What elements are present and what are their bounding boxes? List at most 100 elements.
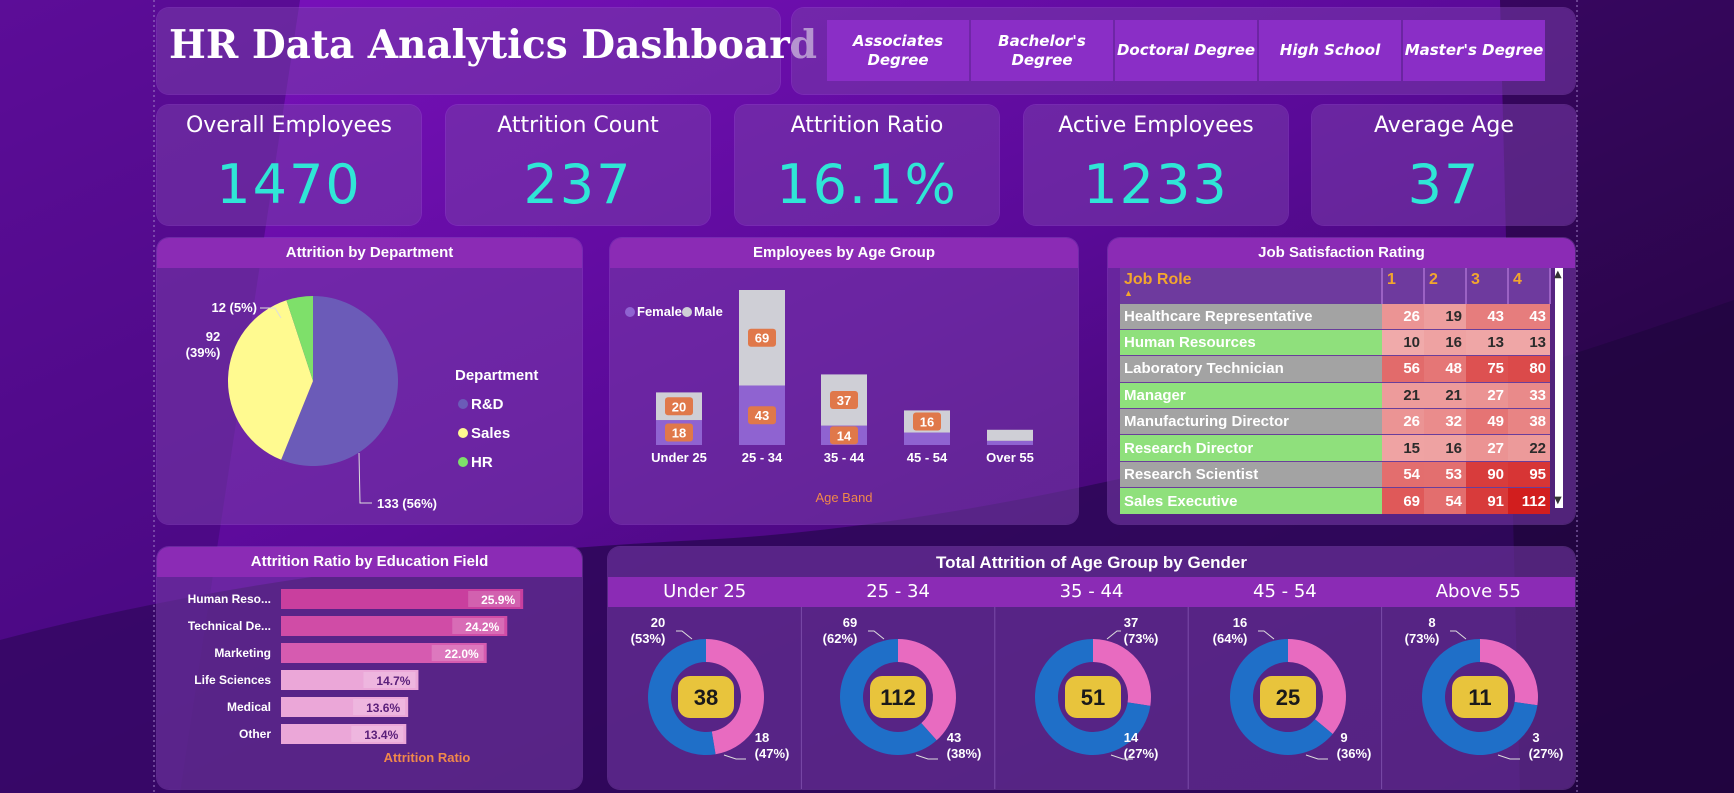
rating-cell: 38: [1508, 407, 1550, 435]
rating-cell: 80: [1508, 355, 1550, 383]
age-group-bar-chart: Female Male 18 20 Under 25 43 69 25 - 34 14 37 35 …: [625, 290, 1034, 505]
kpi-active-employees: Active Employees 1233: [1024, 105, 1288, 225]
slicer-option-bachelors[interactable]: Bachelor's Degree: [971, 20, 1113, 81]
table-row[interactable]: Human Resources 10 16 13 13: [1120, 328, 1550, 356]
scroll-up-icon[interactable]: ▲: [1554, 270, 1562, 280]
bar-female[interactable]: [904, 432, 950, 445]
job-role-cell: Sales Executive: [1120, 487, 1382, 514]
y-tick-label: Medical: [227, 700, 271, 714]
slice-label: 12 (5%): [211, 300, 257, 315]
table-row[interactable]: Laboratory Technician 56 48 75 80: [1120, 355, 1550, 383]
y-tick-label: Technical De...: [188, 619, 271, 633]
table-row[interactable]: Research Scientist 54 53 90 95: [1120, 460, 1550, 488]
legend-item[interactable]: Male: [694, 304, 723, 319]
kpi-overall-employees: Overall Employees 1470: [157, 105, 421, 225]
kpi-attrition-count: Attrition Count 237: [446, 105, 710, 225]
department-pie-chart: 133 (56%) 92 (39%) 12 (5%) Department R&D Sale…: [186, 296, 538, 511]
legend-title: Department: [455, 367, 538, 384]
leader-line: [868, 630, 885, 640]
table-row[interactable]: Sales Executive 69 54 91 112: [1120, 487, 1550, 514]
sort-ascending-icon[interactable]: ▲: [1124, 289, 1377, 298]
slicer-option-high-school[interactable]: High School: [1259, 20, 1401, 81]
kpi-label: Attrition Count: [497, 113, 659, 138]
table-row[interactable]: Manager 21 21 27 33: [1120, 381, 1550, 409]
female-label: 3: [1532, 730, 1539, 745]
y-tick-label: Life Sciences: [194, 673, 271, 687]
rating-cell: 95: [1508, 460, 1550, 488]
total-value: 25: [1276, 685, 1300, 710]
table-header-row: Job Role ▲ 1 2 3 4: [1120, 268, 1551, 304]
kpi-label: Attrition Ratio: [790, 113, 944, 138]
education-field-panel: Attrition Ratio by Education Field 25.9%…: [157, 547, 582, 789]
rating-cell: 75: [1466, 355, 1508, 383]
legend-item[interactable]: Female: [637, 304, 682, 319]
data-label: 25.9%: [481, 593, 515, 607]
bar-male[interactable]: [987, 429, 1033, 441]
rating-cell: 43: [1466, 302, 1508, 330]
data-label: 18: [672, 426, 686, 441]
rating-cell: 16: [1424, 328, 1466, 356]
column-header-job-role[interactable]: Job Role ▲: [1120, 268, 1383, 304]
column-header-rating[interactable]: 1: [1382, 268, 1425, 304]
data-label: 37: [837, 393, 851, 408]
rating-cell: 27: [1466, 381, 1508, 409]
rating-cell: 91: [1466, 487, 1508, 514]
kpi-label: Active Employees: [1058, 113, 1254, 138]
rating-cell: 90: [1466, 460, 1508, 488]
male-label: 20: [651, 615, 665, 630]
column-header-rating[interactable]: 4: [1508, 268, 1551, 304]
total-value: 112: [880, 685, 916, 710]
x-tick-label: 35 - 44: [824, 450, 865, 465]
legend-item[interactable]: Sales: [471, 425, 510, 442]
kpi-value: 37: [1407, 153, 1481, 216]
x-tick-label: Under 25: [651, 450, 707, 465]
female-label: 9: [1340, 730, 1347, 745]
male-pct: (64%): [1213, 631, 1248, 646]
chart-title: Total Attrition of Age Group by Gender: [935, 553, 1248, 572]
kpi-label: Average Age: [1374, 113, 1514, 138]
job-role-cell: Human Resources: [1120, 328, 1382, 356]
y-tick-label: Marketing: [214, 646, 271, 660]
column-header-rating[interactable]: 3: [1466, 268, 1509, 304]
bar-female[interactable]: [987, 440, 1033, 445]
data-label: 16: [920, 414, 934, 429]
legend-item[interactable]: R&D: [471, 396, 504, 413]
leader-line: [1450, 630, 1467, 640]
female-pct: (38%): [947, 746, 982, 761]
column-header-rating[interactable]: 2: [1424, 268, 1467, 304]
rating-cell: 16: [1424, 434, 1466, 462]
legend-item[interactable]: HR: [471, 454, 493, 471]
slicer-option-doctoral[interactable]: Doctoral Degree: [1115, 20, 1257, 81]
rating-cell: 15: [1382, 434, 1424, 462]
employees-by-age-group-panel: Employees by Age Group Female Male 18 20 Und…: [610, 238, 1078, 524]
table-row[interactable]: Healthcare Representative 26 19 43 43: [1120, 302, 1550, 330]
slicer-option-masters[interactable]: Master's Degree: [1403, 20, 1545, 81]
male-pct: (73%): [1124, 631, 1159, 646]
age-group-header: Under 25: [608, 577, 802, 607]
x-tick-label: 45 - 54: [907, 450, 948, 465]
scroll-down-icon[interactable]: ▼: [1554, 496, 1562, 506]
table-scrollbar[interactable]: ▲ ▼: [1554, 268, 1563, 508]
male-pct: (53%): [631, 631, 666, 646]
title-panel: HR Data Analytics Dashboard: [157, 8, 817, 94]
education-slicer: Associates Degree Bachelor's Degree Doct…: [792, 8, 1575, 94]
rating-cell: 48: [1424, 355, 1466, 383]
leader-line: [1106, 630, 1121, 640]
table-row[interactable]: Manufacturing Director 26 32 49 38: [1120, 407, 1550, 435]
x-axis-title: Attrition Ratio: [384, 750, 471, 765]
legend-marker: [458, 457, 468, 467]
data-label: 14.7%: [376, 674, 410, 688]
female-pct: (47%): [755, 746, 790, 761]
leader-line: [358, 452, 372, 504]
x-axis-title: Age Band: [815, 490, 872, 505]
male-label: 37: [1124, 615, 1138, 630]
slicer-option-associates[interactable]: Associates Degree: [827, 20, 969, 81]
male-pct: (73%): [1405, 631, 1440, 646]
slice-label: 92 (39%): [186, 329, 221, 360]
data-label: 14: [837, 428, 852, 443]
legend-marker: [625, 307, 635, 317]
leader-line: [723, 754, 746, 760]
leader-line: [915, 754, 938, 760]
table-row[interactable]: Research Director 15 16 27 22: [1120, 434, 1550, 462]
chart-title: Job Satisfaction Rating: [1108, 238, 1575, 268]
